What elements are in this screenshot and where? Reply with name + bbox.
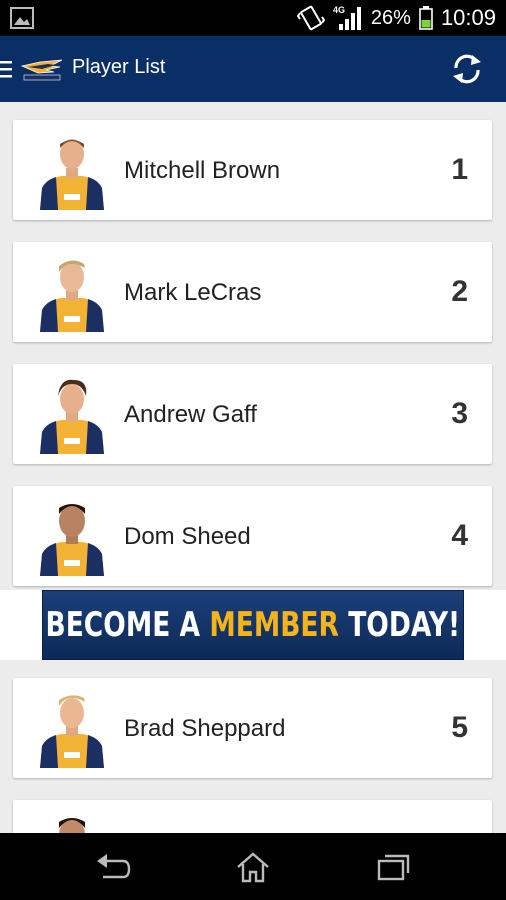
player-card[interactable] (13, 800, 492, 833)
player-number: 3 (451, 397, 468, 430)
clock: 10:09 (440, 5, 496, 30)
player-name: Mitchell Brown (124, 157, 281, 184)
recent-apps-icon[interactable] (375, 851, 411, 883)
home-icon[interactable] (235, 851, 271, 883)
battery-icon (419, 6, 433, 30)
eagle-logo[interactable] (20, 56, 64, 82)
player-list[interactable]: Mitchell Brown 1 Mark LeCras 2 Andrew Ga… (0, 102, 506, 833)
status-bar: 4G 26% 10:09 (0, 0, 506, 36)
player-photo (40, 139, 104, 210)
signal-icon: 4G (333, 5, 361, 30)
banner-text-end: TODAY! (339, 605, 461, 645)
refresh-icon[interactable] (448, 50, 486, 88)
player-number: 1 (451, 153, 468, 186)
network-type-label: 4G (333, 5, 345, 15)
membership-ad[interactable]: BECOME A MEMBER TODAY! (42, 590, 464, 660)
player-photo (40, 695, 104, 768)
player-photo (40, 260, 104, 332)
menu-icon[interactable] (0, 60, 12, 78)
membership-banner[interactable]: BECOME A MEMBER TODAY! (0, 590, 506, 660)
navigation-bar (0, 833, 506, 900)
gallery-icon (10, 7, 34, 29)
vibrate-icon (296, 5, 325, 31)
banner-text-highlight: MEMBER (209, 605, 340, 645)
battery-percent: 26% (370, 6, 411, 29)
player-card[interactable]: Mitchell Brown 1 (13, 120, 492, 220)
player-name: Mark LeCras (124, 279, 262, 306)
player-number: 4 (451, 519, 468, 552)
player-name: Brad Sheppard (124, 715, 286, 742)
player-name: Andrew Gaff (124, 401, 257, 428)
player-name: Dom Sheed (124, 523, 251, 550)
app-bar: Player List (0, 36, 506, 102)
player-photo (40, 504, 104, 576)
player-card[interactable]: Mark LeCras 2 (13, 242, 492, 342)
player-number: 5 (451, 711, 468, 744)
player-photo (59, 818, 85, 833)
player-card[interactable]: Dom Sheed 4 (13, 486, 492, 586)
player-photo (40, 379, 104, 454)
banner-text-start: BECOME A (45, 605, 210, 645)
player-card[interactable]: Andrew Gaff 3 (13, 364, 492, 464)
player-card[interactable]: Brad Sheppard 5 (13, 678, 492, 778)
player-number: 2 (451, 275, 468, 308)
back-icon[interactable] (95, 851, 131, 883)
page-title: Player List (72, 56, 166, 78)
